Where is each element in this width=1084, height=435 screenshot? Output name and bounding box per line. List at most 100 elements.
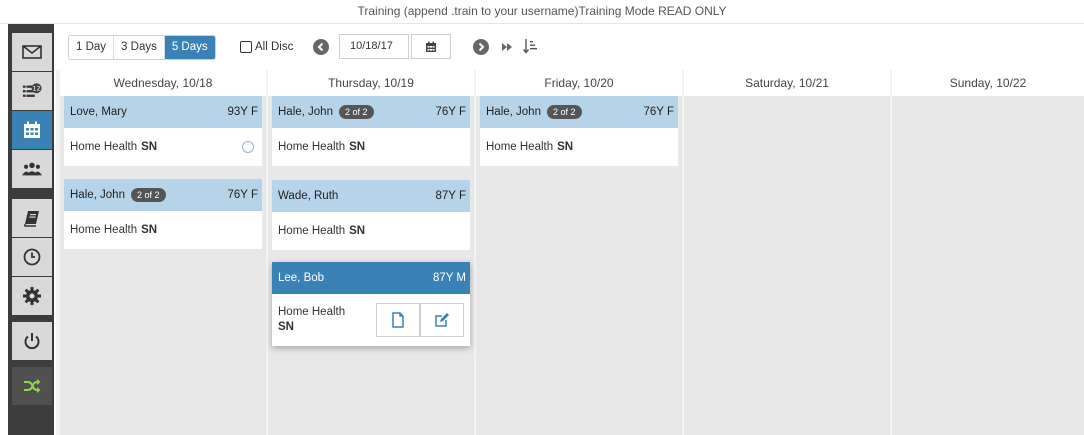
visit-discipline: SN (349, 225, 366, 237)
visit-service: Home Health (278, 141, 346, 153)
sidebar-item-logout[interactable] (12, 322, 52, 360)
visit-card-body: Home Health SN (272, 294, 470, 346)
patient-age-sex: 87Y F (435, 190, 466, 202)
day-column-sunday: Sunday, 10/22 (892, 70, 1084, 435)
view-1-day-button[interactable]: 1 Day (69, 36, 115, 59)
chevron-left-icon (317, 42, 324, 52)
calendar-icon (426, 41, 436, 52)
visit-card-header: Lee, Bob 87Y M (272, 262, 470, 294)
sidebar-item-mail[interactable] (12, 33, 52, 71)
day-header: Friday, 10/20 (476, 70, 682, 96)
fast-forward-icon[interactable] (501, 41, 513, 53)
visit-card-body: Home Health SN (272, 212, 470, 250)
patient-name: Lee, Bob (278, 272, 325, 284)
day-column-thursday: Thursday, 10/19 Hale, John 2 of 2 76Y F H… (268, 70, 474, 435)
all-disc-toggle[interactable]: All Disc (240, 41, 293, 53)
visit-card-body: Home Health SN (480, 128, 678, 166)
day-header: Thursday, 10/19 (268, 70, 474, 96)
edit-visit-button[interactable] (420, 303, 464, 337)
mail-icon (22, 45, 42, 59)
sidebar-item-history[interactable] (12, 238, 52, 276)
visit-card[interactable]: Hale, John 2 of 2 76Y F Home Health SN (272, 96, 470, 166)
patient-age-sex: 93Y F (227, 106, 258, 118)
visit-card[interactable]: Love, Mary 93Y F Home Health SN (64, 96, 262, 166)
patient-name: Hale, John (278, 106, 333, 118)
all-disc-checkbox[interactable] (240, 41, 252, 53)
patient-age-sex: 76Y F (435, 106, 466, 118)
sidebar-item-book[interactable] (12, 199, 52, 237)
visit-count-badge: 2 of 2 (338, 105, 374, 119)
list-badge: 12 (32, 86, 40, 93)
visit-service: Home Health (278, 306, 346, 318)
sidebar-item-settings[interactable] (12, 277, 52, 315)
patient-age-sex: 76Y F (227, 189, 258, 201)
date-input[interactable]: 10/18/17 (339, 34, 409, 59)
status-circle-icon[interactable] (242, 141, 254, 153)
patient-age-sex: 87Y M (432, 272, 466, 284)
clock-icon (23, 248, 41, 266)
page: Training (append .train to your username… (0, 0, 1084, 435)
users-icon (22, 162, 42, 176)
calendar-icon (24, 121, 40, 138)
patient-name: Love, Mary (70, 106, 127, 118)
visit-discipline: SN (349, 141, 366, 153)
visit-card-header: Love, Mary 93Y F (64, 96, 262, 128)
sidebar-item-list[interactable]: 12 (12, 72, 52, 110)
view-3-days-button[interactable]: 3 Days (114, 36, 165, 59)
training-banner: Training (append .train to your username… (0, 0, 1084, 24)
visit-discipline: SN (141, 224, 158, 236)
all-disc-label: All Disc (255, 41, 294, 53)
chevron-right-icon (478, 42, 485, 52)
view-5-days-button[interactable]: 5 Days (164, 36, 215, 59)
visit-card-selected[interactable]: Lee, Bob 87Y M Home Health SN (272, 262, 470, 346)
visit-card-header: Hale, John 2 of 2 76Y F (272, 96, 470, 128)
patient-name: Hale, John (486, 106, 541, 118)
open-document-button[interactable] (376, 303, 420, 337)
visit-service: Home Health (70, 141, 138, 153)
calendar-grid: Wednesday, 10/18 Love, Mary 93Y F Home H… (56, 70, 1084, 435)
visit-card-body: Home Health SN (64, 128, 262, 166)
day-header: Wednesday, 10/18 (60, 70, 266, 96)
visit-discipline: SN (141, 141, 158, 153)
edit-icon (435, 313, 449, 327)
visit-card-header: Hale, John 2 of 2 76Y F (64, 179, 262, 211)
view-toggle: 1 Day 3 Days 5 Days (68, 35, 216, 60)
day-column-friday: Friday, 10/20 Hale, John 2 of 2 76Y F Hom… (476, 70, 682, 435)
visit-card[interactable]: Wade, Ruth 87Y F Home Health SN (272, 180, 470, 250)
visit-discipline: SN (557, 141, 574, 153)
sidebar: 12 (8, 24, 54, 435)
patient-age-sex: 76Y F (643, 106, 674, 118)
visit-card-header: Hale, John 2 of 2 76Y F (480, 96, 678, 128)
visit-actions (376, 303, 464, 337)
patient-name: Wade, Ruth (278, 190, 339, 202)
visit-service: Home Health (70, 224, 138, 236)
sidebar-item-calendar[interactable] (12, 111, 52, 149)
toolbar: 1 Day 3 Days 5 Days All Disc 10/18/17 (56, 24, 1084, 70)
list-icon: 12 (22, 83, 42, 97)
gear-icon (23, 287, 41, 305)
visit-service: Home Health (486, 141, 554, 153)
visit-card-header: Wade, Ruth 87Y F (272, 180, 470, 212)
book-icon (24, 211, 39, 227)
day-header: Saturday, 10/21 (684, 70, 890, 96)
day-column-saturday: Saturday, 10/21 (684, 70, 890, 435)
visit-service: Home Health (278, 225, 346, 237)
sort-icon[interactable] (523, 38, 537, 54)
power-icon (24, 333, 40, 350)
visit-card[interactable]: Hale, John 2 of 2 76Y F Home Health SN (480, 96, 678, 166)
visit-card-body: Home Health SN (272, 128, 470, 166)
sidebar-item-users[interactable] (12, 150, 52, 188)
visit-card[interactable]: Hale, John 2 of 2 76Y F Home Health SN (64, 179, 262, 249)
visit-discipline: SN (278, 321, 294, 333)
sidebar-item-switch[interactable] (12, 367, 52, 405)
visit-card-body: Home Health SN (64, 211, 262, 249)
date-picker-button[interactable] (411, 34, 451, 59)
visit-count-badge: 2 of 2 (130, 188, 166, 202)
visit-count-badge: 2 of 2 (546, 105, 582, 119)
document-icon (392, 312, 404, 328)
patient-name: Hale, John (70, 189, 125, 201)
next-date-button[interactable] (473, 39, 489, 55)
day-column-wednesday: Wednesday, 10/18 Love, Mary 93Y F Home H… (60, 70, 266, 435)
shuffle-icon (24, 379, 41, 393)
previous-date-button[interactable] (313, 39, 329, 55)
